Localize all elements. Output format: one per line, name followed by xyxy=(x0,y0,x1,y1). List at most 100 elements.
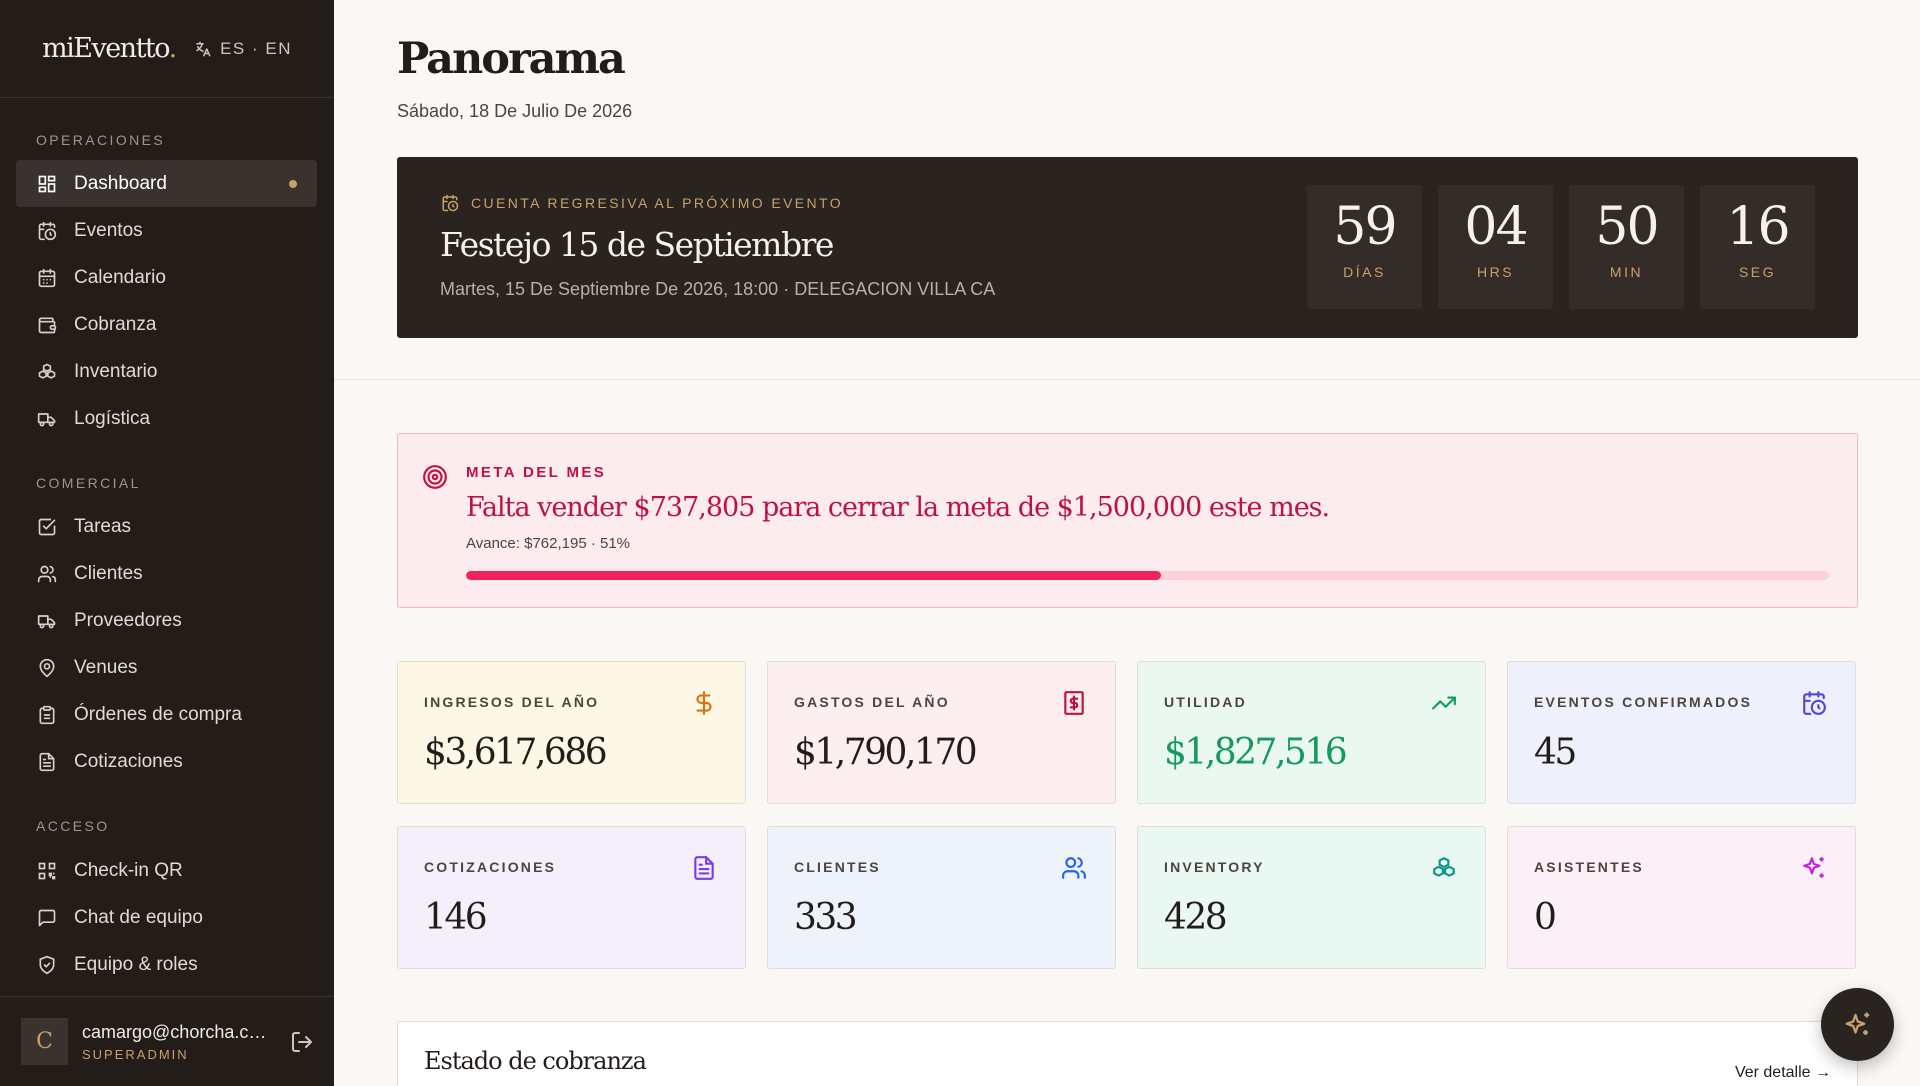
sidebar-item-proveedores[interactable]: Proveedores xyxy=(16,597,317,644)
stat-card-ingresos[interactable]: INGRESOS DEL AÑO $3,617,686 xyxy=(397,661,746,804)
page-date: Sábado, 18 De Julio De 2026 xyxy=(397,101,633,121)
stat-value: $1,827,516 xyxy=(1164,732,1348,773)
language-switcher[interactable]: ES · EN xyxy=(194,39,292,59)
avatar: C xyxy=(21,1018,68,1065)
active-indicator xyxy=(289,179,297,188)
sidebar-item-label: Cobranza xyxy=(74,313,157,335)
countdown-unit: MIN xyxy=(1609,264,1644,281)
sidebar-item-label: Venues xyxy=(74,656,138,678)
countdown-hours: 04 HRS xyxy=(1438,185,1553,309)
checkbox-icon xyxy=(38,518,56,535)
countdown-unit: SEG xyxy=(1738,264,1777,281)
stat-value: 0 xyxy=(1534,897,1557,938)
users-icon xyxy=(1062,857,1086,879)
translate-icon xyxy=(196,41,211,56)
stat-value: $3,617,686 xyxy=(424,732,608,773)
receipt-icon xyxy=(1064,691,1084,715)
sidebar-item-label: Tareas xyxy=(74,515,132,537)
users-icon xyxy=(37,565,57,582)
dollar-icon xyxy=(696,691,712,715)
language-label: ES · EN xyxy=(220,38,292,58)
countdown-event-name: Festejo 15 de Septiembre xyxy=(440,225,834,264)
countdown-value: 50 xyxy=(1595,197,1659,257)
truck-icon xyxy=(37,412,56,426)
countdown-card[interactable]: CUENTA REGRESIVA AL PRÓXIMO EVENTO Feste… xyxy=(397,157,1858,338)
wallet-icon xyxy=(38,317,57,333)
clipboard-icon xyxy=(39,705,55,724)
sidebar-item-tareas[interactable]: Tareas xyxy=(16,503,317,550)
cobranza-title: Estado de cobranza xyxy=(424,1047,647,1075)
sidebar-item-cobranza[interactable]: Cobranza xyxy=(16,301,317,348)
cobranza-card: Estado de cobranza Ver detalle → xyxy=(397,1021,1858,1086)
user-info: camargo@chorcha.com SUPERADMIN xyxy=(82,1022,272,1062)
user-email: camargo@chorcha.com xyxy=(82,1021,272,1042)
sidebar-item-eventos[interactable]: Eventos xyxy=(16,207,317,254)
boxes-icon xyxy=(38,363,56,379)
user-profile[interactable]: C camargo@chorcha.com SUPERADMIN xyxy=(0,996,334,1086)
stat-label: COTIZACIONES xyxy=(424,859,557,875)
sidebar-item-inventario[interactable]: Inventario xyxy=(16,348,317,395)
sidebar-item-cotizaciones[interactable]: Cotizaciones xyxy=(16,738,317,785)
logout-icon[interactable] xyxy=(290,1030,314,1054)
goal-progress-text: Avance: $762,195 · 51% xyxy=(466,535,631,552)
app-logo[interactable]: miEventto. xyxy=(42,33,177,64)
stat-value: 333 xyxy=(794,897,858,938)
sidebar-item-chat-de-equipo[interactable]: Chat de equipo xyxy=(16,894,317,941)
calendar-clock-icon xyxy=(442,194,459,212)
goal-progress-fill xyxy=(466,571,1162,580)
sidebar-item-venues[interactable]: Venues xyxy=(16,644,317,691)
stat-card-asistentes[interactable]: ASISTENTES 0 xyxy=(1507,826,1856,969)
stat-card-eventos-confirmados[interactable]: EVENTOS CONFIRMADOS 45 xyxy=(1507,661,1856,804)
document-icon xyxy=(39,752,55,771)
sidebar-item-label: Eventos xyxy=(74,219,143,241)
stat-card-gastos[interactable]: GASTOS DEL AÑO $1,790,170 xyxy=(767,661,1116,804)
sparkles-icon xyxy=(1803,857,1824,878)
calendar-clock-icon xyxy=(1803,691,1826,715)
sidebar-item-calendario[interactable]: Calendario xyxy=(16,254,317,301)
sidebar-item-label: Equipo & roles xyxy=(74,953,198,975)
countdown-minutes: 50 MIN xyxy=(1569,185,1684,309)
stat-card-clientes[interactable]: CLIENTES 333 xyxy=(767,826,1116,969)
target-icon xyxy=(423,465,447,489)
ai-assistant-button[interactable] xyxy=(1821,988,1894,1061)
countdown-timer: 59 DÍAS 04 HRS 50 MIN 16 SEG xyxy=(1307,185,1815,309)
stat-label: INGRESOS DEL AÑO xyxy=(424,694,600,710)
sidebar-item-label: Cotizaciones xyxy=(74,750,183,772)
section-acceso: ACCESO xyxy=(36,818,110,834)
section-comercial: COMERCIAL xyxy=(36,475,141,491)
map-pin-icon xyxy=(39,658,55,677)
sidebar-item-dashboard[interactable]: Dashboard xyxy=(16,160,317,207)
calendar-icon xyxy=(38,268,56,287)
main-content: Panorama Sábado, 18 De Julio De 2026 CUE… xyxy=(334,0,1920,1086)
countdown-seconds: 16 SEG xyxy=(1700,185,1815,309)
sidebar-item-label: Calendario xyxy=(74,266,166,288)
stats-grid: INGRESOS DEL AÑO $3,617,686 GASTOS DEL A… xyxy=(397,661,1858,969)
sidebar-item-clientes[interactable]: Clientes xyxy=(16,550,317,597)
page-title: Panorama xyxy=(397,34,626,84)
countdown-unit: DÍAS xyxy=(1343,264,1386,281)
goal-message: Falta vender $737,805 para cerrar la met… xyxy=(466,492,1330,523)
sidebar-item-check-in-qr[interactable]: Check-in QR xyxy=(16,847,317,894)
header-area: Panorama Sábado, 18 De Julio De 2026 CUE… xyxy=(334,0,1920,380)
user-role: SUPERADMIN xyxy=(82,1046,189,1062)
stat-label: INVENTORY xyxy=(1164,859,1265,875)
sidebar-item-ordenes-de-compra[interactable]: Órdenes de compra xyxy=(16,691,317,738)
sidebar-item-label: Inventario xyxy=(74,360,158,382)
calendar-clock-icon xyxy=(38,221,57,240)
brand-bar: miEventto. ES · EN xyxy=(0,0,334,98)
ver-detalle-link[interactable]: Ver detalle → xyxy=(1735,1064,1831,1082)
stat-card-cotizaciones[interactable]: COTIZACIONES 146 xyxy=(397,826,746,969)
countdown-event-details: Martes, 15 De Septiembre De 2026, 18:00 … xyxy=(440,279,996,299)
shield-icon xyxy=(39,955,55,974)
stat-card-inventory[interactable]: INVENTORY 428 xyxy=(1137,826,1486,969)
stat-label: CLIENTES xyxy=(794,859,881,875)
stat-value: 146 xyxy=(424,897,488,938)
sidebar-item-logistica[interactable]: Logística xyxy=(16,395,317,442)
sidebar-item-label: Proveedores xyxy=(74,609,182,631)
stat-card-utilidad[interactable]: UTILIDAD $1,827,516 xyxy=(1137,661,1486,804)
stat-value: 428 xyxy=(1164,897,1228,938)
sidebar-item-equipo-roles[interactable]: Equipo & roles xyxy=(16,941,317,988)
sidebar-item-label: Logística xyxy=(74,407,151,429)
stat-value: 45 xyxy=(1534,732,1577,773)
sparkles-icon xyxy=(1845,1012,1869,1035)
